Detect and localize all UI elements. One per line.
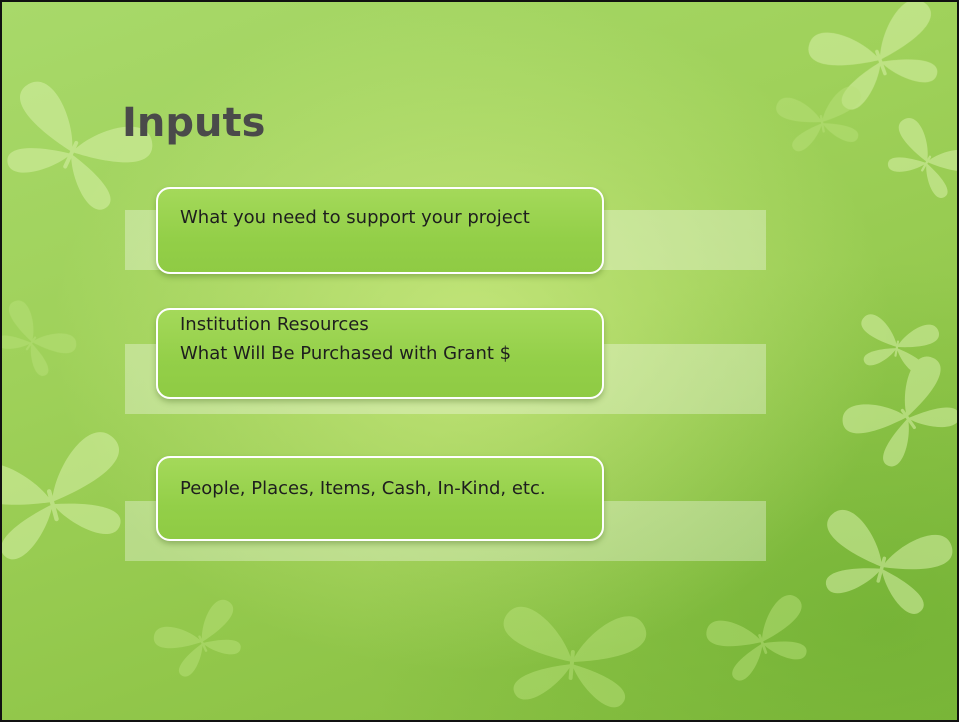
card-text: People, Places, Items, Cash, In-Kind, et… [180, 478, 546, 499]
card-text: What you need to support your project [180, 207, 530, 228]
input-card-need: What you need to support your project [156, 187, 604, 274]
slide: Inputs What you need to support your pro… [0, 0, 959, 722]
input-card-resources: Institution Resources What Will Be Purch… [156, 308, 604, 399]
card-text: Institution Resources [180, 314, 369, 335]
card-text: What Will Be Purchased with Grant $ [180, 343, 512, 364]
slide-title: Inputs [122, 100, 266, 146]
input-card-examples: People, Places, Items, Cash, In-Kind, et… [156, 456, 604, 541]
